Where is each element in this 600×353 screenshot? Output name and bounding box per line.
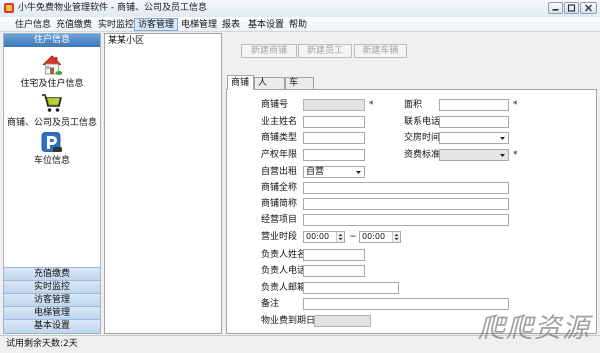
- remark-input[interactable]: [303, 298, 509, 310]
- window-title: 小牛免费物业管理软件 - 商铺、公司及员工信息: [18, 3, 207, 13]
- shop-type-label: 商铺类型: [261, 133, 298, 143]
- manager-phone-input[interactable]: [303, 265, 365, 277]
- menu-bar: 住户信息 充值缴费 实时监控 访客管理 电梯管理 报表 基本设置 帮助: [0, 17, 600, 32]
- operation-mode-select[interactable]: 自营: [303, 166, 365, 178]
- tab-vehicle[interactable]: 车: [285, 77, 314, 89]
- maximize-icon: [567, 4, 576, 12]
- chevron-down-icon: [500, 154, 505, 157]
- trial-days-status: 试用剩余天数:2天: [6, 339, 78, 349]
- business-hours-end-spinner[interactable]: 00:00: [359, 231, 401, 243]
- manager-name-label: 负责人姓名: [261, 250, 307, 260]
- sidebar-button-recharge[interactable]: 充值缴费: [4, 267, 100, 280]
- business-hours-start-value: 00:00: [306, 232, 330, 241]
- menu-recharge[interactable]: 充值缴费: [52, 18, 96, 31]
- shop-type-input[interactable]: [303, 132, 365, 144]
- watermark: 爬爬资源: [478, 313, 590, 344]
- menu-monitor[interactable]: 实时监控: [94, 18, 138, 31]
- app-logo-icon: [4, 3, 14, 13]
- business-hours-start-spinner[interactable]: 00:00: [303, 231, 345, 243]
- handover-time-select[interactable]: [439, 132, 509, 144]
- close-icon: [585, 4, 592, 12]
- property-years-input[interactable]: [303, 149, 365, 161]
- title-bar: 小牛免费物业管理软件 - 商铺、公司及员工信息: [0, 0, 600, 17]
- short-name-input[interactable]: [303, 198, 509, 210]
- menu-elevator[interactable]: 电梯管理: [177, 18, 221, 31]
- fee-expiry-input[interactable]: [314, 315, 371, 327]
- chevron-down-icon: [356, 171, 361, 174]
- minimize-icon: [552, 9, 559, 11]
- business-hours-end-value: 00:00: [362, 232, 386, 241]
- full-name-label: 商铺全称: [261, 183, 298, 193]
- area-input[interactable]: [439, 99, 509, 111]
- house-icon[interactable]: [40, 53, 64, 77]
- manager-email-label: 负责人邮箱: [261, 283, 307, 293]
- handover-time-label: 交房时间: [404, 133, 441, 143]
- tree-node-community[interactable]: 某某小区: [108, 36, 144, 47]
- short-name-label: 商铺简称: [261, 199, 298, 209]
- full-name-input[interactable]: [303, 182, 509, 194]
- menu-help[interactable]: 帮助: [285, 18, 311, 31]
- sidebar-button-settings[interactable]: 基本设置: [4, 319, 100, 333]
- remark-label: 备注: [261, 299, 280, 309]
- contact-phone-input[interactable]: [439, 116, 509, 128]
- menu-visitors[interactable]: 访客管理: [134, 18, 179, 31]
- sidebar-item-parking[interactable]: 车位信息: [4, 156, 100, 167]
- owner-name-label: 业主姓名: [261, 117, 298, 127]
- menu-settings[interactable]: 基本设置: [244, 18, 288, 31]
- area-label: 面积: [404, 100, 423, 110]
- manager-phone-label: 负责人电话: [261, 266, 307, 276]
- contact-phone-label: 联系电话: [404, 117, 441, 127]
- required-mark: *: [513, 100, 518, 110]
- fee-standard-label: 资费标准: [404, 150, 441, 160]
- sidebar: 住户信息 住宅及住户信息 商铺、公司及员工信息 车位信息 充值缴费 实时监控 访…: [3, 33, 101, 334]
- property-years-label: 产权年限: [261, 150, 298, 160]
- required-mark: *: [369, 100, 374, 110]
- tab-person[interactable]: 人: [254, 77, 285, 89]
- business-hours-label: 营业时段: [261, 232, 298, 242]
- minimize-button[interactable]: [548, 2, 563, 14]
- menu-residents[interactable]: 住户信息: [11, 18, 55, 31]
- app-window: 小牛免费物业管理软件 - 商铺、公司及员工信息 住户信息 充值缴费 实时监控 访…: [0, 0, 600, 353]
- manager-email-input[interactable]: [303, 282, 399, 294]
- business-scope-label: 经营项目: [261, 215, 298, 225]
- close-button[interactable]: [580, 2, 597, 14]
- community-tree: 某某小区: [104, 33, 222, 334]
- operation-mode-value: 自营: [306, 167, 325, 177]
- required-mark: *: [513, 150, 518, 160]
- maximize-button[interactable]: [564, 2, 579, 14]
- new-shop-button[interactable]: 新建商铺: [241, 44, 297, 58]
- parking-icon[interactable]: [40, 131, 64, 155]
- sidebar-item-residence[interactable]: 住宅及住户信息: [4, 79, 100, 90]
- spinner-arrows-icon[interactable]: [336, 232, 344, 242]
- chevron-down-icon: [500, 137, 505, 140]
- manager-name-input[interactable]: [303, 249, 365, 261]
- fee-standard-select[interactable]: [439, 149, 509, 161]
- sidebar-button-monitor[interactable]: 实时监控: [4, 280, 100, 293]
- new-vehicle-button[interactable]: 新建车辆: [354, 44, 407, 58]
- new-staff-button[interactable]: 新建员工: [298, 44, 352, 58]
- owner-name-input[interactable]: [303, 116, 365, 128]
- sidebar-item-shops[interactable]: 商铺、公司及员工信息: [4, 118, 100, 129]
- sidebar-button-elevator[interactable]: 电梯管理: [4, 306, 100, 319]
- menu-reports[interactable]: 报表: [218, 18, 244, 31]
- business-scope-input[interactable]: [303, 214, 509, 226]
- shop-form-panel: 商铺号 * 面积 * 业主姓名 联系电话 商铺类型 交房时间 产权年限 资费标准…: [226, 89, 597, 334]
- sidebar-header: 住户信息: [4, 34, 100, 47]
- spinner-arrows-icon[interactable]: [392, 232, 400, 242]
- time-range-separator: ~: [349, 232, 357, 242]
- operation-mode-label: 自营出租: [261, 167, 298, 177]
- tab-shop[interactable]: 商铺: [227, 75, 254, 90]
- shop-no-input[interactable]: [303, 99, 365, 111]
- fee-expiry-label: 物业费到期日: [261, 316, 316, 326]
- shop-no-label: 商铺号: [261, 100, 289, 110]
- sidebar-button-visitors[interactable]: 访客管理: [4, 293, 100, 306]
- shopping-cart-icon[interactable]: [40, 91, 64, 115]
